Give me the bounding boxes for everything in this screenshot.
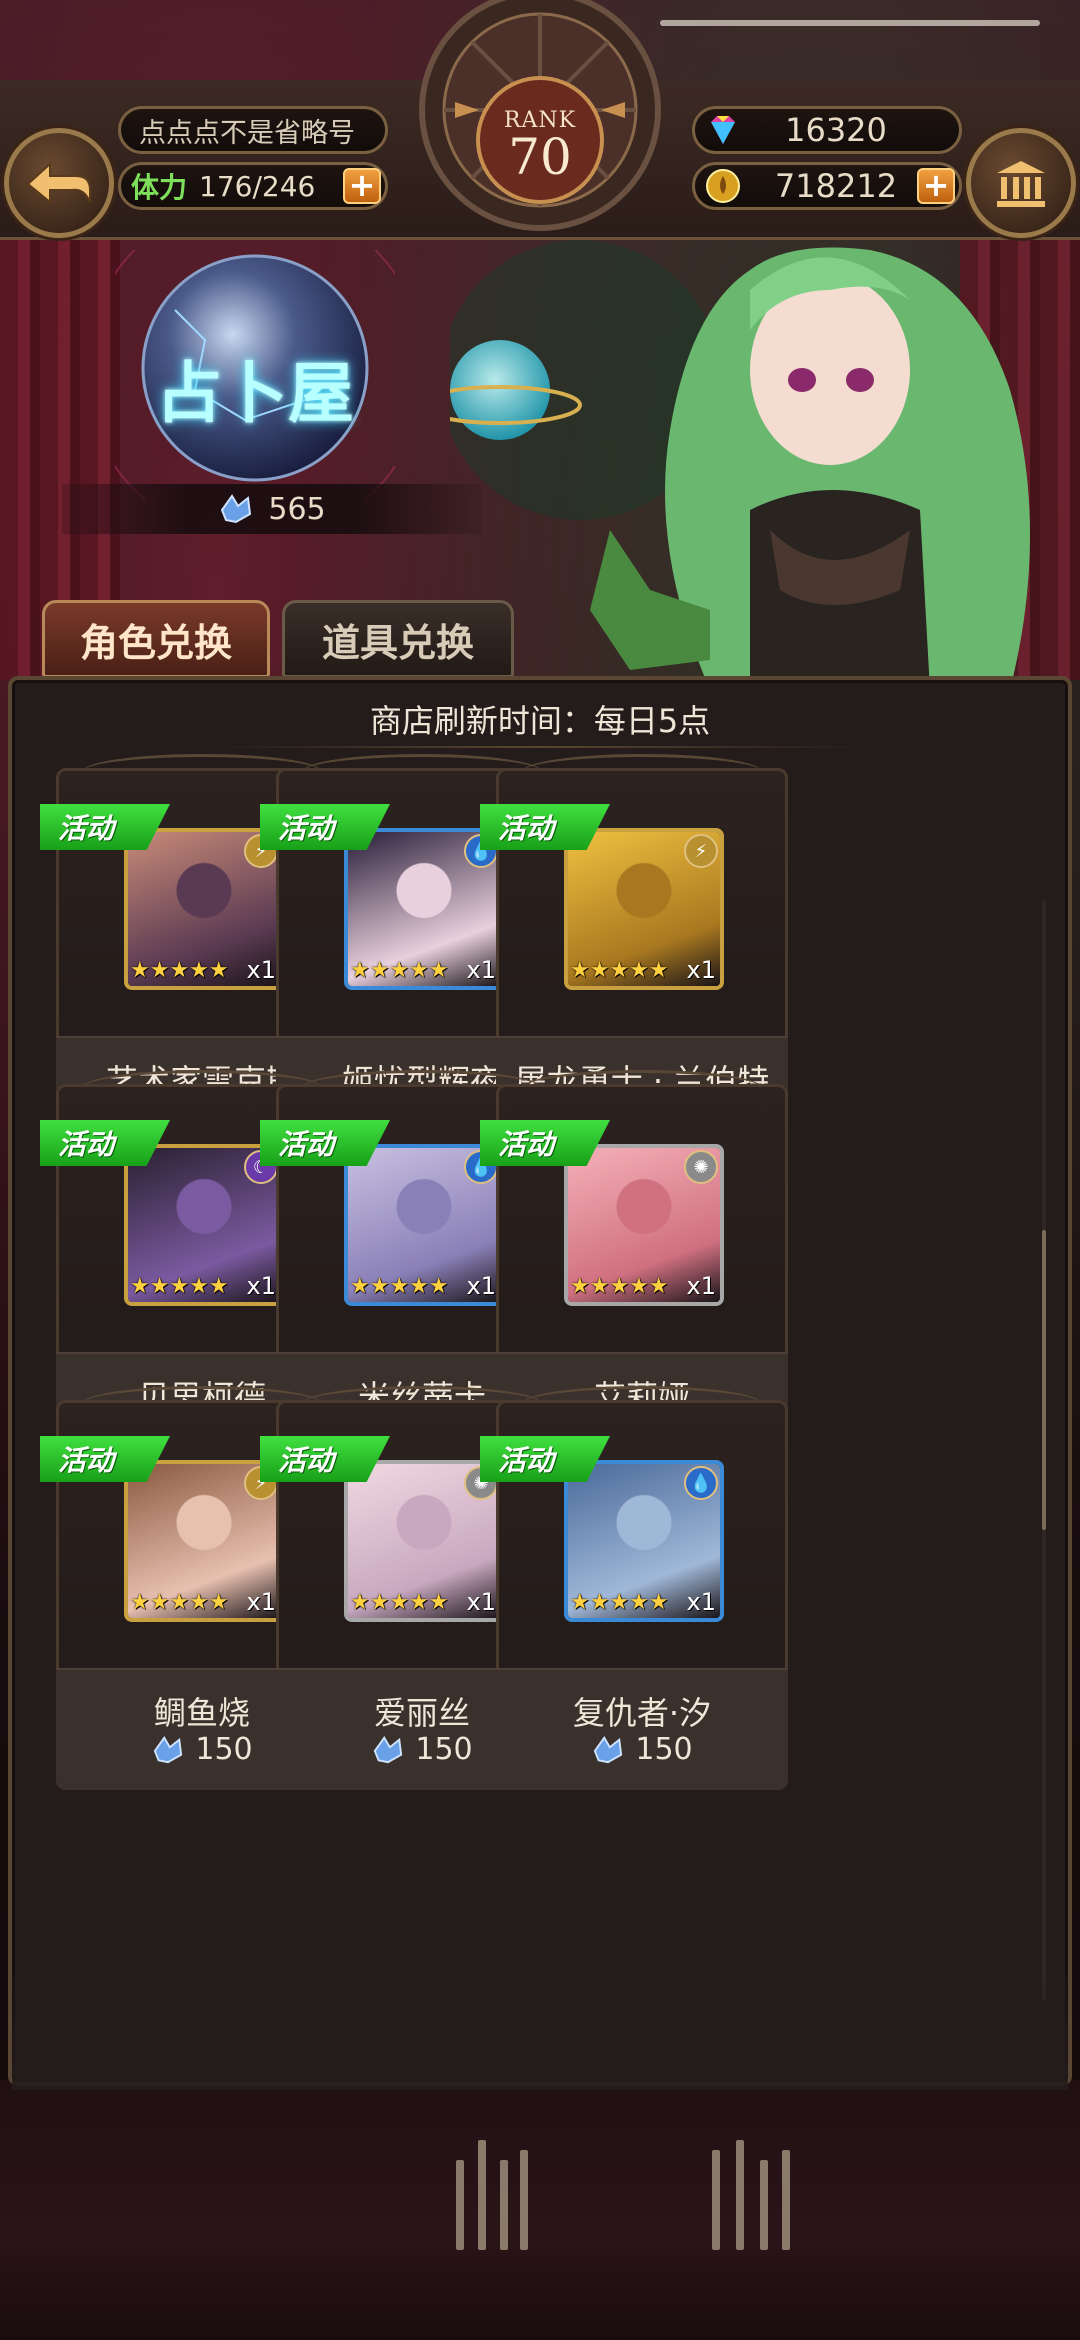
player-name: 点点点不是省略号 — [118, 106, 388, 154]
character-portrait[interactable]: ★★★★★ x1 💧 — [344, 1144, 504, 1306]
character-portrait[interactable]: ★★★★★ x1 ⚡ — [124, 1460, 284, 1622]
item-price: 150 — [496, 1732, 788, 1767]
price-value: 150 — [635, 1732, 693, 1767]
item-name: 复仇者·汐 — [572, 1694, 712, 1732]
back-button[interactable] — [4, 128, 114, 238]
character-portrait[interactable]: ★★★★★ x1 ☾ — [124, 1144, 284, 1306]
character-portrait[interactable]: ★★★★★ x1 ⚡ — [564, 828, 724, 990]
back-arrow-icon — [26, 161, 91, 205]
refresh-time-text: 商店刷新时间：每日5点 — [369, 702, 711, 740]
star-rating: ★★★★★ — [130, 958, 229, 983]
character-portrait[interactable]: ★★★★★ x1 ✺ — [344, 1460, 504, 1622]
gems-bar: 16320 — [692, 106, 962, 154]
character-portrait[interactable]: ★★★★★ x1 ⚡ — [124, 828, 284, 990]
character-portrait[interactable]: ★★★★★ x1 ✺ — [564, 1144, 724, 1306]
crystal-shard-icon — [594, 1735, 623, 1763]
star-rating: ★★★★★ — [130, 1590, 229, 1615]
tab-item-exchange[interactable]: 道具兑换 — [282, 600, 514, 678]
scrollbar-thumb[interactable] — [1042, 1230, 1046, 1530]
add-gold-button[interactable]: + — [917, 168, 955, 204]
character-portrait[interactable]: ★★★★★ x1 💧 — [344, 828, 504, 990]
diamond-icon — [711, 116, 735, 144]
shopkeeper-character — [418, 230, 1080, 690]
shop-title: 占卜屋 — [156, 354, 354, 432]
card-crest — [522, 1386, 762, 1422]
lightning-icon: ⚡ — [684, 834, 718, 868]
rank-wheel: RANK 70 — [395, 0, 685, 240]
status-indicator — [660, 20, 1040, 26]
museum-button[interactable] — [966, 128, 1076, 238]
card-crest — [522, 754, 762, 790]
star-rating: ★★★★★ — [570, 1590, 669, 1615]
token-count: 565 — [268, 491, 326, 527]
token-balance: 565 — [62, 484, 482, 534]
item-quantity: x1 — [686, 1272, 716, 1300]
crystal-shard-icon — [374, 1735, 403, 1763]
bottom-scene — [0, 2080, 1080, 2340]
crystal-shard-icon — [154, 1735, 183, 1763]
star-rating: ★★★★★ — [350, 1274, 449, 1299]
stamina-label: 体力 — [131, 171, 188, 204]
item-quantity: x1 — [686, 1588, 716, 1616]
stamina-value: 176/246 — [199, 169, 316, 203]
gold-bar: 718212 + — [692, 162, 962, 210]
price-value: 150 — [195, 1732, 253, 1767]
sun-icon: ✺ — [684, 1150, 718, 1184]
stamina-bar: 体力 176/246 + — [118, 162, 388, 210]
item-quantity: x1 — [686, 956, 716, 984]
star-rating: ★★★★★ — [350, 958, 449, 983]
museum-icon — [997, 161, 1045, 207]
star-rating: ★★★★★ — [130, 1274, 229, 1299]
coin-icon — [706, 169, 740, 203]
scroll-fade — [12, 1970, 1068, 2090]
star-rating: ★★★★★ — [570, 958, 669, 983]
card-crest — [522, 1070, 762, 1106]
shop-panel: 商店刷新时间：每日5点 ★★★★★ x1 ⚡ 活动 艺术家雷克斯 150 — [8, 676, 1072, 2090]
add-stamina-button[interactable]: + — [343, 168, 381, 204]
price-value: 150 — [415, 1732, 473, 1767]
character-portrait[interactable]: ★★★★★ x1 💧 — [564, 1460, 724, 1622]
divider — [212, 746, 868, 748]
tab-character-exchange[interactable]: 角色兑换 — [42, 600, 270, 678]
water-icon: 💧 — [684, 1466, 718, 1500]
star-rating: ★★★★★ — [570, 1274, 669, 1299]
rank-value: 70 — [508, 128, 572, 186]
star-rating: ★★★★★ — [350, 1590, 449, 1615]
crystal-shard-icon — [221, 494, 252, 524]
shop-item-card[interactable]: ★★★★★ x1 💧 活动 复仇者·汐 150 — [480, 1386, 792, 1790]
gems-value: 16320 — [785, 111, 887, 149]
